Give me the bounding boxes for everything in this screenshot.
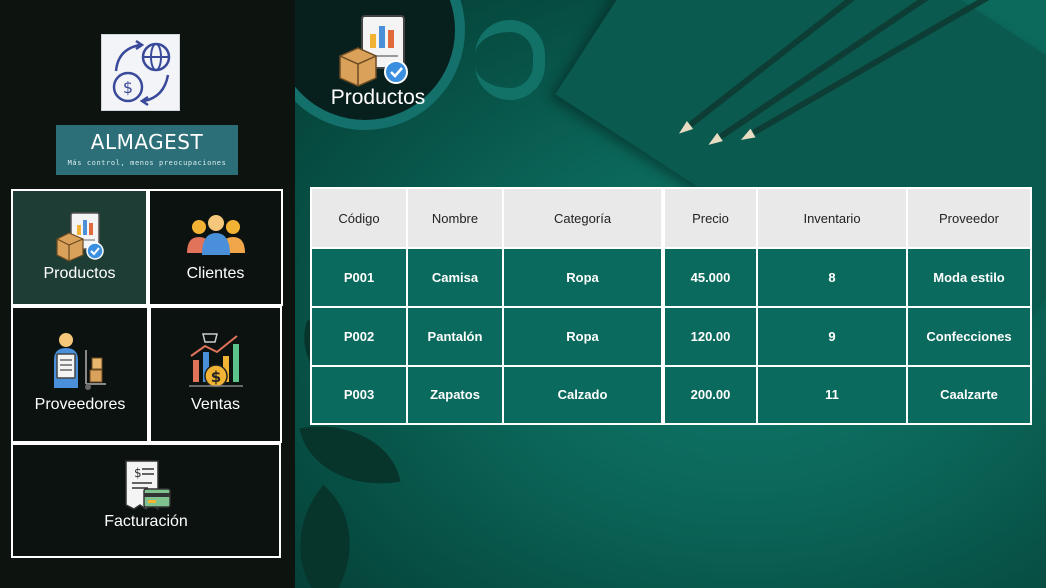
cell-codigo: P003 <box>310 364 408 426</box>
cell-nombre: Pantalón <box>406 305 504 367</box>
nav-tile-ventas[interactable]: $ Ventas <box>149 306 282 443</box>
page-title: Productos <box>330 86 426 109</box>
sidebar: $ ALMAGEST Más control, menos preocupaci… <box>0 0 295 588</box>
brand-name: ALMAGEST <box>90 130 204 154</box>
cell-inventario: 11 <box>756 364 908 426</box>
cell-inventario: 9 <box>756 305 908 367</box>
nav-tile-proveedores[interactable]: Proveedores <box>11 306 149 443</box>
table-row[interactable]: P003 Zapatos Calzado 200.00 11 Caalzarte <box>310 364 1032 426</box>
cell-proveedor: Moda estilo <box>906 247 1032 308</box>
cell-nombre: Camisa <box>406 247 504 308</box>
background-plant-leaf <box>299 412 401 498</box>
products-table: Código Nombre Categoría Precio Inventari… <box>310 187 1032 426</box>
nav-tile-productos[interactable]: Productos <box>11 189 148 306</box>
nav-tile-facturacion[interactable]: $ Facturación <box>11 443 281 558</box>
brand-banner: ALMAGEST Más control, menos preocupacion… <box>56 125 238 175</box>
table-header-row: Código Nombre Categoría Precio Inventari… <box>310 187 1032 249</box>
background-plant-leaf <box>295 484 385 588</box>
svg-text:$: $ <box>210 368 220 386</box>
column-header[interactable]: Inventario <box>756 187 908 249</box>
column-header[interactable]: Categoría <box>502 187 664 249</box>
nav-label-proveedores: Proveedores <box>34 396 126 413</box>
cell-nombre: Zapatos <box>406 364 504 426</box>
brand-tagline: Más control, menos preocupaciones <box>67 159 227 167</box>
svg-text:$: $ <box>134 466 142 480</box>
nav-tile-clientes[interactable]: Clientes <box>148 189 283 306</box>
cell-codigo: P001 <box>310 247 408 308</box>
column-header[interactable]: Precio <box>661 187 758 249</box>
nav-label-clientes: Clientes <box>186 265 245 282</box>
column-header[interactable]: Proveedor <box>906 187 1032 249</box>
column-header[interactable]: Código <box>310 187 408 249</box>
currency-exchange-icon: $ <box>112 39 171 107</box>
cell-categoria: Ropa <box>502 247 664 308</box>
svg-text:$: $ <box>123 78 133 97</box>
nav-label-facturacion: Facturación <box>104 513 188 530</box>
supplier-delivery-icon <box>54 333 106 390</box>
cell-precio: 200.00 <box>661 364 758 426</box>
sales-chart-icon: $ <box>188 333 243 388</box>
nav-label-ventas: Ventas <box>191 396 240 413</box>
cell-proveedor: Confecciones <box>906 305 1032 367</box>
cell-precio: 45.000 <box>661 247 758 308</box>
clients-group-icon <box>186 215 245 255</box>
background-cup-handle <box>475 20 545 100</box>
nav-label-productos: Productos <box>43 265 116 282</box>
cell-proveedor: Caalzarte <box>906 364 1032 426</box>
products-header-icon <box>339 15 408 87</box>
cell-codigo: P002 <box>310 305 408 367</box>
cell-precio: 120.00 <box>661 305 758 367</box>
table-row[interactable]: P002 Pantalón Ropa 120.00 9 Confecciones <box>310 305 1032 367</box>
table-row[interactable]: P001 Camisa Ropa 45.000 8 Moda estilo <box>310 247 1032 308</box>
app-logo: $ <box>101 34 180 111</box>
column-header[interactable]: Nombre <box>406 187 504 249</box>
cell-categoria: Calzado <box>502 364 664 426</box>
products-report-icon <box>55 212 104 262</box>
invoice-icon: $ <box>125 460 171 511</box>
cell-inventario: 8 <box>756 247 908 308</box>
cell-categoria: Ropa <box>502 305 664 367</box>
